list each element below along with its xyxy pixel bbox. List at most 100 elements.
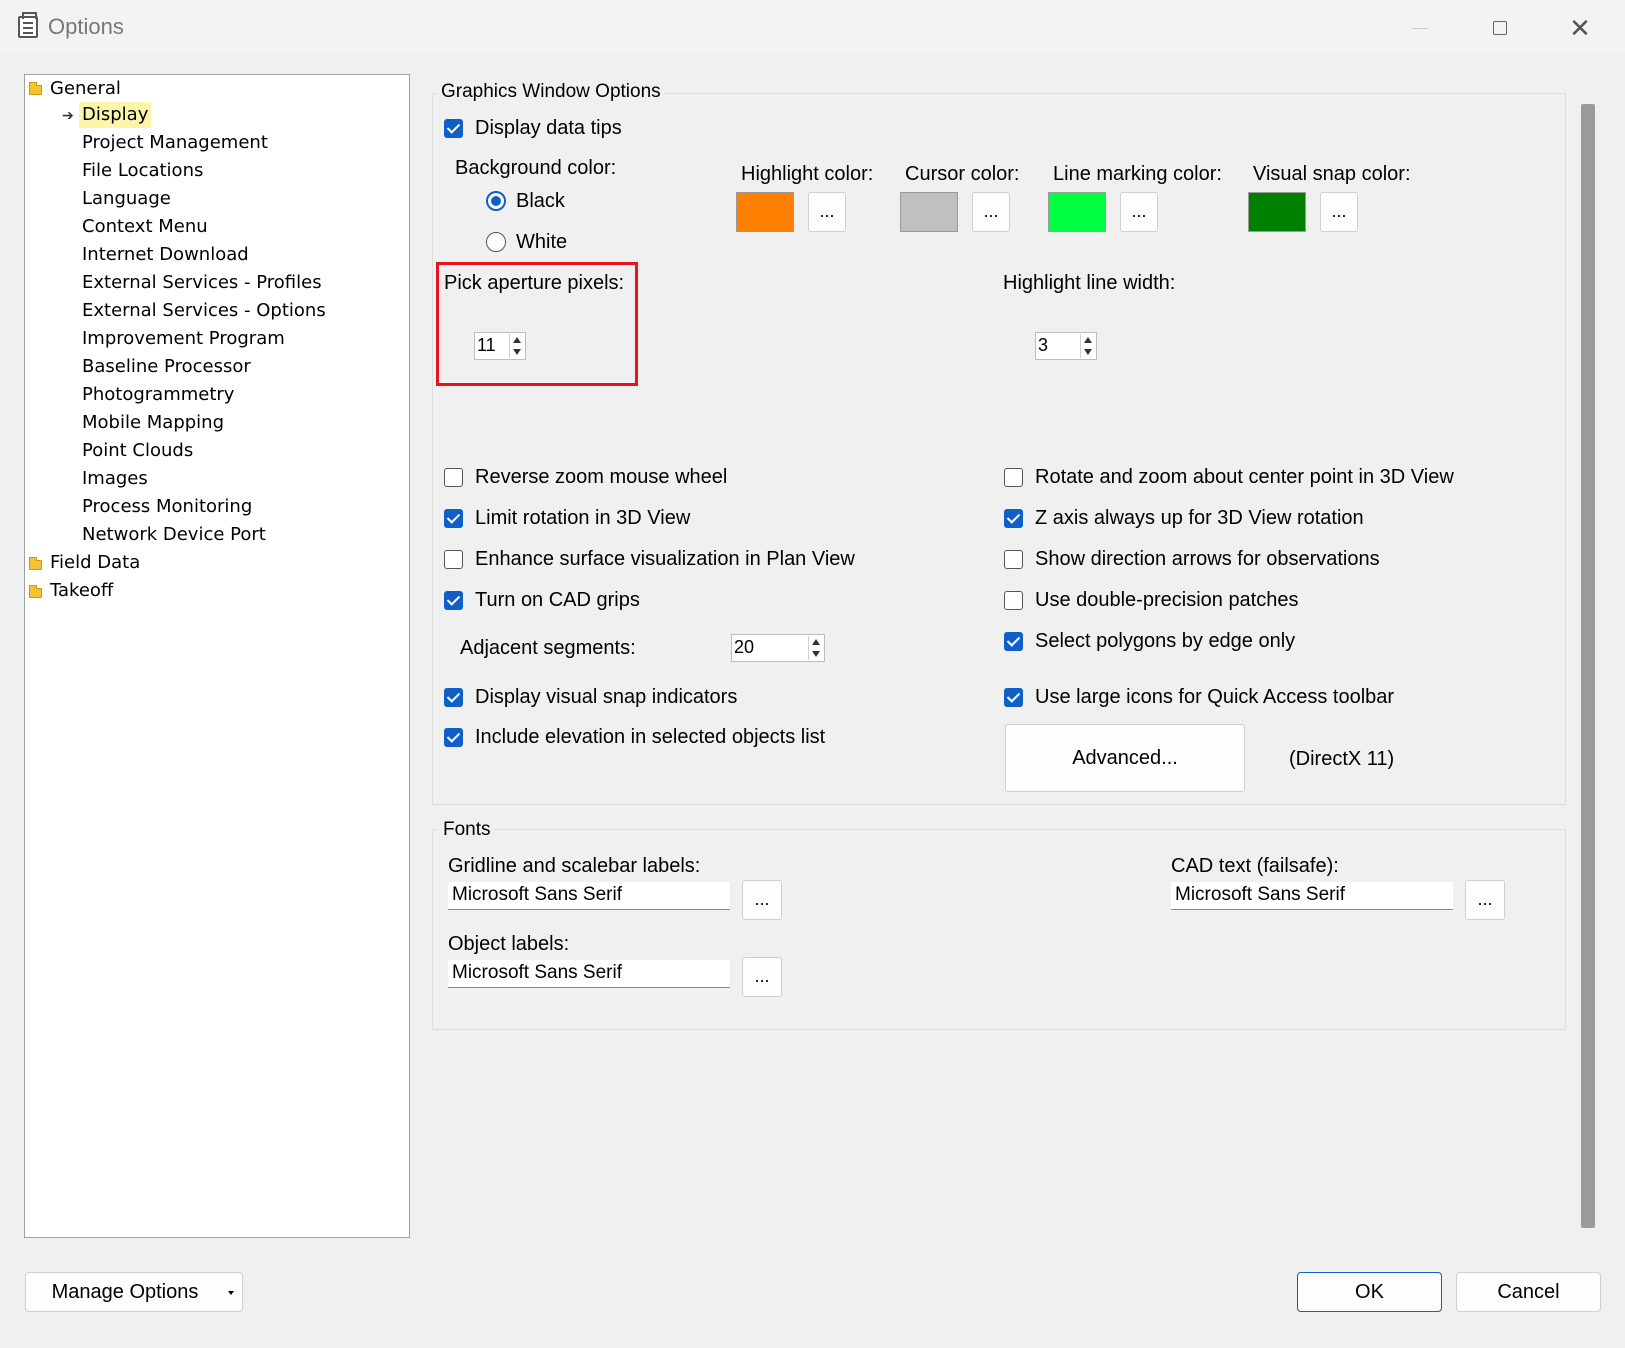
checkbox-box [444,727,463,747]
folder-icon [29,557,42,570]
object-labels-font-field[interactable]: Microsoft Sans Serif [448,960,730,988]
cad-text-font-picker-button[interactable]: ... [1465,880,1505,920]
visual-snap-color-swatch[interactable] [1248,192,1306,232]
direction-arrows-checkbox[interactable]: Show direction arrows for observations [1004,546,1380,572]
enhance-surface-label: Enhance surface visualization in Plan Vi… [475,547,855,570]
vertical-scrollbar[interactable] [1581,104,1595,1228]
minimize-icon [1412,27,1428,29]
object-labels-font-picker-button[interactable]: ... [742,957,782,997]
cursor-color-swatch[interactable] [900,192,958,232]
highlight-color-swatch[interactable] [736,192,794,232]
options-tree[interactable]: General ➔ Display Project Management Fil… [24,74,410,1238]
tree-item-context-menu[interactable]: Context Menu [79,214,211,240]
folder-icon [29,585,42,598]
checkbox-box [1004,508,1023,528]
folder-icon [29,82,42,95]
large-icons-checkbox[interactable]: Use large icons for Quick Access toolbar [1004,684,1394,710]
tree-item-language[interactable]: Language [79,186,174,212]
tree-item-field-data[interactable]: Field Data [47,550,143,576]
display-data-tips-checkbox[interactable]: Display data tips [444,115,622,141]
checkbox-box [1004,590,1023,610]
tree-item-external-services-profiles[interactable]: External Services - Profiles [79,270,325,296]
background-black-radio[interactable]: Black [486,188,565,214]
close-button[interactable]: ✕ [1550,8,1610,48]
spinner-arrows-icon[interactable] [509,334,524,358]
double-precision-checkbox[interactable]: Use double-precision patches [1004,587,1299,613]
radio-button [486,191,506,211]
tree-item-photogrammetry[interactable]: Photogrammetry [79,382,237,408]
options-window-icon [18,12,38,38]
tree-item-point-clouds[interactable]: Point Clouds [79,438,196,464]
tree-item-mobile-mapping[interactable]: Mobile Mapping [79,410,227,436]
tree-item-internet-download[interactable]: Internet Download [79,242,252,268]
line-marking-color-label: Line marking color: [1053,163,1222,185]
background-white-label: White [516,230,568,253]
gridline-font-picker-button[interactable]: ... [742,880,782,920]
tree-item-external-services-options[interactable]: External Services - Options [79,298,329,324]
enhance-surface-checkbox[interactable]: Enhance surface visualization in Plan Vi… [444,546,855,572]
rotate-zoom-center-label: Rotate and zoom about center point in 3D… [1035,465,1454,488]
limit-rotation-label: Limit rotation in 3D View [475,506,691,529]
maximize-button[interactable] [1470,8,1530,48]
adjacent-segments-spinner[interactable]: 20 [731,634,825,662]
tree-item-general[interactable]: General [47,76,124,102]
tree-item-file-locations[interactable]: File Locations [79,158,206,184]
spinner-arrows-icon[interactable] [808,636,823,660]
title-bar: Options ✕ [0,0,1625,54]
tree-item-project-management[interactable]: Project Management [79,130,271,156]
adjacent-segments-value: 20 [734,637,755,657]
visual-snap-indicators-checkbox[interactable]: Display visual snap indicators [444,684,737,710]
tree-item-images[interactable]: Images [79,466,151,492]
checkbox-box [1004,687,1023,707]
tree-item-display[interactable]: Display [79,102,152,128]
tree-item-improvement-program[interactable]: Improvement Program [79,326,288,352]
checkbox-box [444,508,463,528]
tree-item-takeoff[interactable]: Takeoff [47,578,116,604]
cursor-color-picker-button[interactable]: ... [972,192,1010,232]
polygons-edge-checkbox[interactable]: Select polygons by edge only [1004,628,1295,654]
include-elevation-checkbox[interactable]: Include elevation in selected objects li… [444,724,825,750]
checkbox-box [1004,549,1023,569]
background-white-radio[interactable]: White [486,229,567,255]
ok-button[interactable]: OK [1297,1272,1442,1312]
tree-item-baseline-processor[interactable]: Baseline Processor [79,354,254,380]
window-title: Options [48,14,124,39]
manage-options-dropdown[interactable]: Manage Options [25,1272,243,1312]
highlight-line-width-value: 3 [1038,335,1049,355]
highlight-color-picker-button[interactable]: ... [808,192,846,232]
tree-item-process-monitoring[interactable]: Process Monitoring [79,494,255,520]
cad-grips-checkbox[interactable]: Turn on CAD grips [444,587,640,613]
cancel-button[interactable]: Cancel [1456,1272,1601,1312]
checkbox-box [444,687,463,707]
graphics-window-options-legend: Graphics Window Options [437,81,665,103]
polygons-edge-label: Select polygons by edge only [1035,629,1296,652]
gridline-font-field[interactable]: Microsoft Sans Serif [448,882,730,910]
tree-item-network-device-port[interactable]: Network Device Port [79,522,269,548]
z-axis-up-label: Z axis always up for 3D View rotation [1035,506,1364,529]
cursor-color-label: Cursor color: [905,163,1020,185]
minimize-button[interactable] [1390,8,1450,48]
limit-rotation-checkbox[interactable]: Limit rotation in 3D View [444,505,690,531]
double-precision-label: Use double-precision patches [1035,588,1299,611]
checkbox-box [444,118,463,138]
line-marking-color-swatch[interactable] [1048,192,1106,232]
adjacent-segments-label: Adjacent segments: [460,637,636,659]
cad-text-font-field[interactable]: Microsoft Sans Serif [1171,882,1453,910]
background-color-label: Background color: [455,157,617,179]
spinner-arrows-icon[interactable] [1080,334,1095,358]
rotate-zoom-center-checkbox[interactable]: Rotate and zoom about center point in 3D… [1004,464,1454,490]
checkbox-box [1004,467,1023,487]
maximize-icon [1493,21,1507,35]
line-marking-color-picker-button[interactable]: ... [1120,192,1158,232]
reverse-zoom-checkbox[interactable]: Reverse zoom mouse wheel [444,464,727,490]
pick-aperture-label: Pick aperture pixels: [444,272,625,294]
fonts-legend: Fonts [439,819,495,841]
advanced-button[interactable]: Advanced... [1005,724,1245,792]
gridline-font-label: Gridline and scalebar labels: [448,855,701,877]
reverse-zoom-label: Reverse zoom mouse wheel [475,465,728,488]
visual-snap-color-picker-button[interactable]: ... [1320,192,1358,232]
z-axis-up-checkbox[interactable]: Z axis always up for 3D View rotation [1004,505,1364,531]
pick-aperture-spinner[interactable]: 11 [474,332,526,360]
highlight-line-width-spinner[interactable]: 3 [1035,332,1097,360]
direction-arrows-label: Show direction arrows for observations [1035,547,1380,570]
